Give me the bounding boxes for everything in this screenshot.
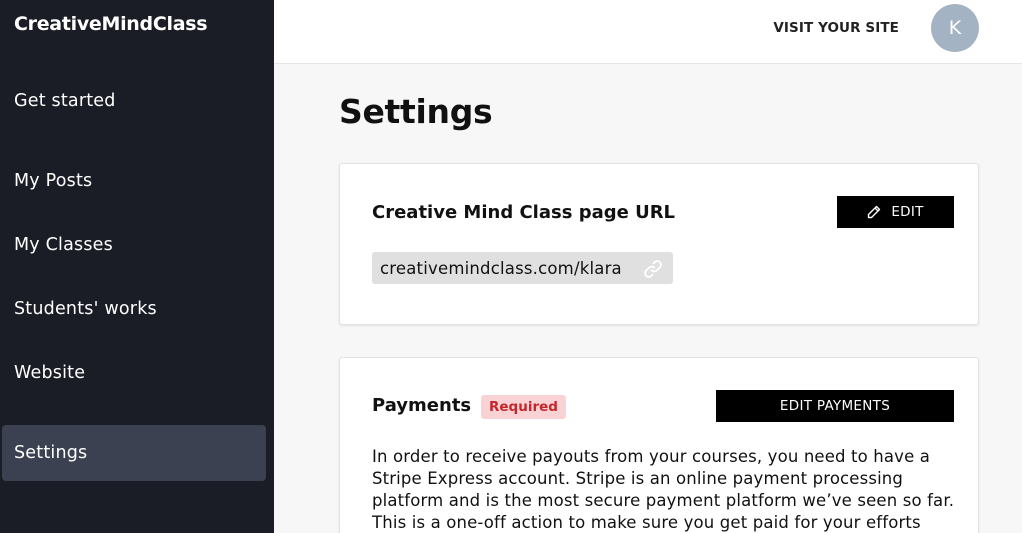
payments-card: Payments Required EDIT PAYMENTS In order… bbox=[339, 357, 979, 533]
sidebar-item-my-posts[interactable]: My Posts bbox=[2, 153, 266, 209]
page-title: Settings bbox=[339, 92, 493, 131]
page-url-text: creativemindclass.com/klara bbox=[380, 258, 622, 278]
copy-link-icon[interactable] bbox=[642, 258, 664, 284]
required-badge: Required bbox=[481, 395, 566, 419]
sidebar-item-settings[interactable]: Settings bbox=[2, 425, 266, 481]
brand-logo[interactable]: CreativeMindClass bbox=[14, 13, 208, 35]
edit-url-button[interactable]: EDIT bbox=[837, 196, 954, 228]
url-settings-card: Creative Mind Class page URL EDIT creati… bbox=[339, 163, 979, 325]
sidebar: CreativeMindClass Get started My Posts M… bbox=[0, 0, 274, 533]
edit-payments-label: EDIT PAYMENTS bbox=[779, 398, 891, 414]
sidebar-item-my-classes[interactable]: My Classes bbox=[2, 217, 266, 273]
pencil-icon bbox=[868, 205, 881, 219]
page-url-field: creativemindclass.com/klara bbox=[372, 252, 673, 284]
edit-url-label: EDIT bbox=[891, 204, 924, 220]
avatar-initial: K bbox=[948, 17, 962, 39]
sidebar-item-students-works[interactable]: Students' works bbox=[2, 281, 266, 337]
avatar[interactable]: K bbox=[931, 4, 979, 52]
payments-heading: Payments bbox=[372, 395, 472, 416]
sidebar-item-get-started[interactable]: Get started bbox=[2, 73, 266, 129]
visit-site-link[interactable]: VISIT YOUR SITE bbox=[773, 20, 899, 36]
payments-description: In order to receive payouts from your co… bbox=[372, 447, 955, 532]
sidebar-item-website[interactable]: Website bbox=[2, 345, 266, 401]
url-card-heading: Creative Mind Class page URL bbox=[372, 202, 676, 223]
top-bar: VISIT YOUR SITE K bbox=[274, 0, 1022, 64]
edit-payments-button[interactable]: EDIT PAYMENTS bbox=[716, 390, 954, 422]
